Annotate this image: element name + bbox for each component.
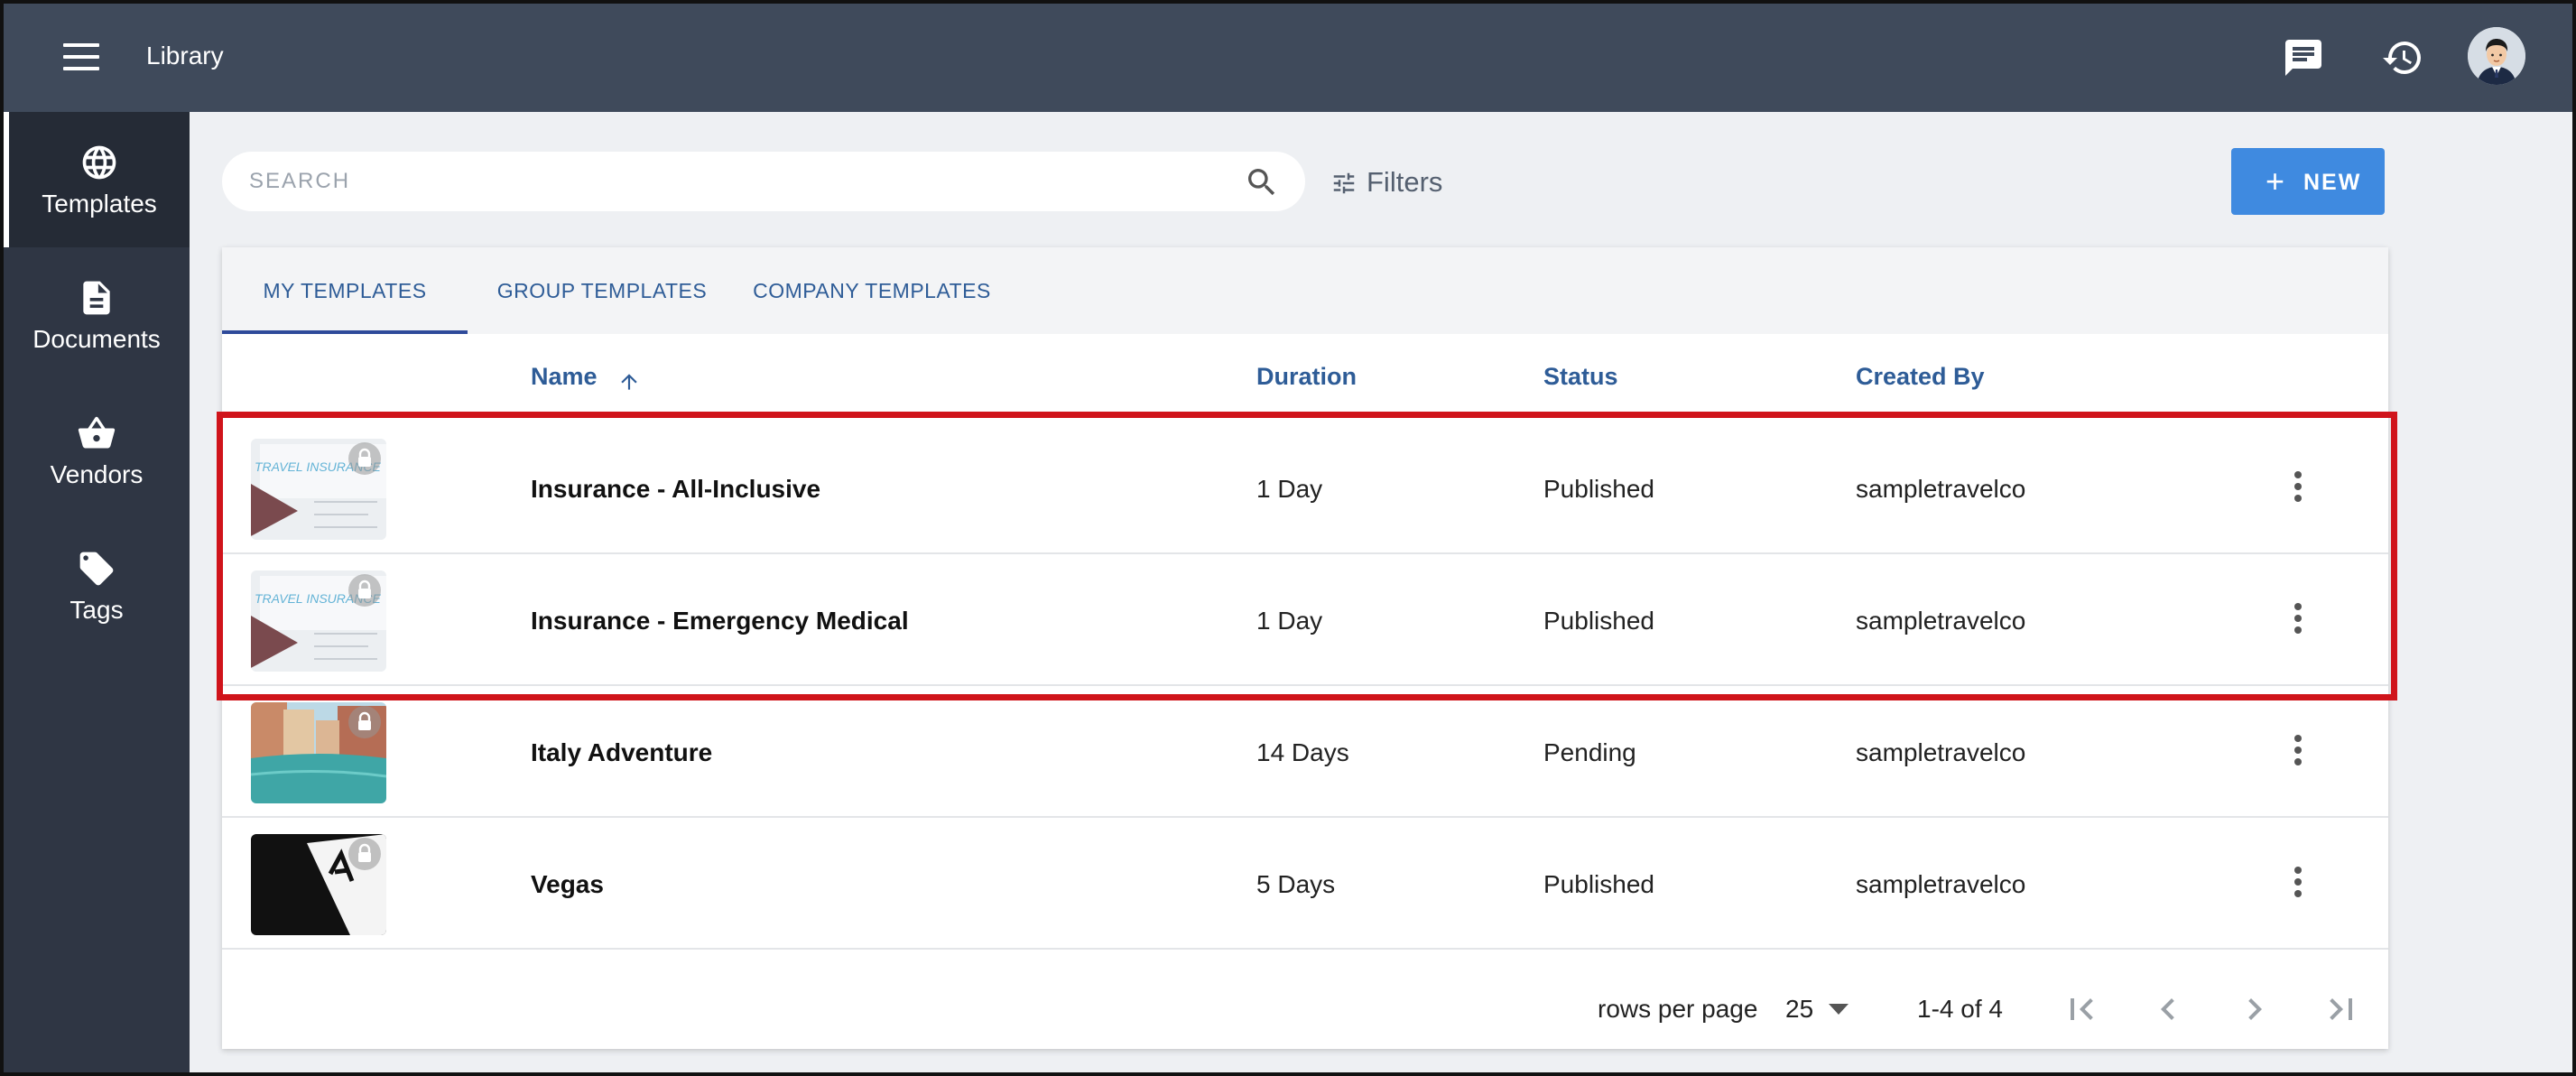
rows-per-page-value: 25 [1785, 995, 1814, 1023]
more-vert-icon[interactable] [2280, 731, 2316, 773]
sidebar: Templates Documents Vendors Tags [4, 112, 190, 1072]
search-bar [222, 152, 1305, 211]
rows-per-page-select[interactable]: 25 [1785, 989, 1858, 1029]
column-header-duration[interactable]: Duration [1256, 363, 1357, 391]
document-icon [83, 281, 110, 315]
column-header-name[interactable]: Name [531, 363, 598, 391]
sidebar-item-label: Tags [69, 596, 124, 624]
template-created-by: sampletravelco [1856, 607, 2026, 635]
avatar[interactable] [2468, 27, 2525, 85]
template-status: Pending [1543, 738, 1636, 766]
template-duration: 14 Days [1256, 738, 1349, 766]
column-header-created-by[interactable]: Created By [1856, 363, 1985, 391]
table-row[interactable]: TRAVEL INSURANCE Insurance - All-Inclusi… [222, 422, 2388, 554]
tab-bar: MY TEMPLATES GROUP TEMPLATES COMPANY TEM… [222, 247, 2388, 334]
more-vert-icon[interactable] [2280, 599, 2316, 641]
template-created-by: sampletravelco [1856, 870, 2026, 898]
tab-my-templates[interactable]: MY TEMPLATES [222, 247, 468, 334]
pagination: rows per page 25 1-4 of 4 [222, 969, 2388, 1049]
new-button-label: NEW [2303, 170, 2362, 195]
table-row[interactable]: TRAVEL INSURANCE Insurance - Emergency M… [222, 554, 2388, 686]
column-header-status[interactable]: Status [1543, 363, 1618, 391]
user-avatar-icon [2468, 27, 2525, 85]
more-vert-icon[interactable] [2280, 468, 2316, 509]
table-row[interactable]: Italy Adventure 14 Days Pending sampletr… [222, 686, 2388, 818]
rows-per-page-label: rows per page [1598, 995, 1758, 1023]
sidebar-item-tags[interactable]: Tags [4, 518, 190, 654]
last-page-icon[interactable] [2320, 988, 2363, 1031]
sidebar-item-templates[interactable]: Templates [4, 112, 190, 247]
chat-icon[interactable] [2282, 36, 2325, 79]
menu-icon[interactable] [63, 43, 99, 70]
plus-icon: + [2266, 162, 2285, 199]
app-window: Library Templates Documents Vendors Tags… [0, 0, 2576, 1076]
basket-icon [78, 416, 116, 449]
templates-card: MY TEMPLATES GROUP TEMPLATES COMPANY TEM… [222, 247, 2388, 1049]
template-created-by: sampletravelco [1856, 475, 2026, 503]
filters-label: Filters [1367, 166, 1443, 198]
template-name: Vegas [531, 870, 604, 898]
sidebar-item-documents[interactable]: Documents [4, 247, 190, 383]
sidebar-item-label: Templates [42, 190, 157, 218]
template-thumbnail: TRAVEL INSURANCE [251, 439, 386, 540]
more-vert-icon[interactable] [2280, 863, 2316, 904]
previous-page-icon[interactable] [2146, 988, 2190, 1031]
template-name: Insurance - Emergency Medical [531, 607, 909, 635]
template-duration: 1 Day [1256, 607, 1323, 635]
template-name: Italy Adventure [531, 738, 713, 766]
sidebar-item-label: Vendors [50, 460, 144, 488]
template-status: Published [1543, 607, 1654, 635]
template-name: Insurance - All-Inclusive [531, 475, 821, 503]
search-input[interactable] [249, 164, 1206, 199]
history-icon[interactable] [2381, 36, 2424, 79]
template-duration: 1 Day [1256, 475, 1323, 503]
sort-ascending-icon[interactable] [617, 368, 641, 395]
template-created-by: sampletravelco [1856, 738, 2026, 766]
app-title: Library [146, 42, 224, 70]
template-duration: 5 Days [1256, 870, 1336, 898]
next-page-icon[interactable] [2233, 988, 2276, 1031]
sidebar-item-label: Documents [32, 325, 161, 353]
first-page-icon[interactable] [2060, 988, 2103, 1031]
globe-icon [82, 145, 116, 180]
template-thumbnail [251, 702, 386, 803]
tab-company-templates[interactable]: COMPANY TEMPLATES [737, 247, 1007, 334]
top-app-bar: Library [4, 4, 2572, 112]
tag-icon [79, 552, 114, 586]
template-thumbnail [251, 834, 386, 935]
table-row[interactable]: Vegas 5 Days Published sampletravelco [222, 818, 2388, 950]
sidebar-item-vendors[interactable]: Vendors [4, 383, 190, 518]
template-status: Published [1543, 475, 1654, 503]
template-thumbnail: TRAVEL INSURANCE [251, 570, 386, 672]
new-button[interactable]: + NEW [2231, 148, 2385, 215]
search-icon[interactable] [1244, 164, 1280, 200]
pagination-range: 1-4 of 4 [1917, 995, 2003, 1023]
dropdown-arrow-icon [1829, 1004, 1849, 1015]
template-status: Published [1543, 870, 1654, 898]
tune-icon [1333, 172, 1355, 194]
tab-group-templates[interactable]: GROUP TEMPLATES [486, 247, 718, 334]
